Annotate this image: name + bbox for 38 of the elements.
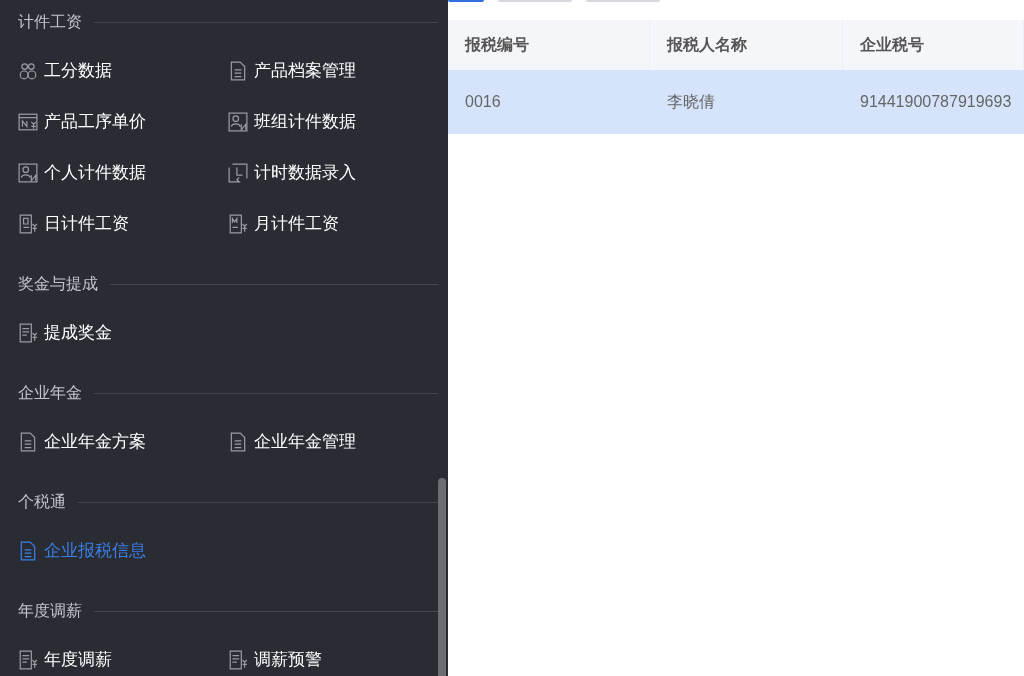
section-title: 年度调薪 — [18, 601, 82, 621]
menu-item[interactable]: 月计件工资 — [228, 210, 339, 237]
menu-icon — [18, 60, 38, 81]
section-title: 计件工资 — [18, 12, 82, 32]
menu-icon — [18, 213, 38, 234]
menu-item[interactable]: 个人计件数据 — [18, 159, 146, 186]
scrollbar-thumb[interactable] — [438, 478, 446, 676]
menu-item[interactable]: 调薪预警 — [228, 646, 322, 673]
menu-icon — [18, 649, 38, 670]
menu-item[interactable]: 班组计件数据 — [228, 108, 356, 135]
menu-icon — [228, 649, 248, 670]
table-cell-text: 91441900787919693 — [859, 92, 1013, 112]
menu-item[interactable]: 产品档案管理 — [228, 57, 356, 84]
menu-item[interactable]: 企业报税信息 — [18, 537, 146, 564]
table-cell-text: 0016 — [464, 92, 502, 112]
menu-item[interactable]: 企业年金管理 — [228, 428, 356, 455]
menu-item[interactable]: 提成奖金 — [18, 319, 112, 346]
menu-item[interactable]: 计时数据录入 — [228, 159, 356, 186]
menu-icon — [18, 322, 38, 343]
table-cell-text: 李晓倩 — [666, 92, 716, 112]
menu-icon — [228, 162, 248, 183]
document-icon — [18, 431, 38, 452]
section-title: 奖金与提成 — [18, 274, 98, 294]
document-icon — [228, 60, 248, 81]
menu-icon — [18, 162, 38, 183]
section-title: 个税通 — [18, 492, 66, 512]
document-icon — [228, 431, 248, 452]
menu-item[interactable]: 日计件工资 — [18, 210, 129, 237]
menu-item[interactable]: 企业年金方案 — [18, 428, 146, 455]
menu-icon — [18, 111, 38, 132]
document-icon — [18, 540, 38, 561]
menu-item[interactable]: 工分数据 — [18, 57, 112, 84]
menu-icon — [228, 111, 248, 132]
menu-item[interactable]: 年度调薪 — [18, 646, 112, 673]
table-row[interactable]: 0016 李晓倩 91441900787919693 — [448, 70, 1024, 134]
menu-icon — [228, 213, 248, 234]
section-title: 企业年金 — [18, 383, 82, 403]
menu-item[interactable]: 产品工序单价 — [18, 108, 146, 135]
